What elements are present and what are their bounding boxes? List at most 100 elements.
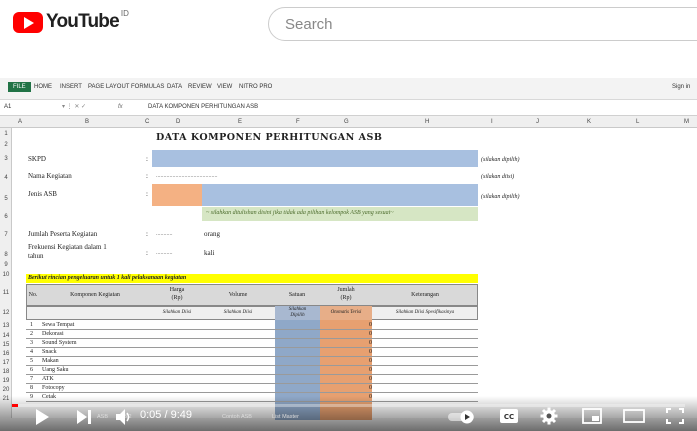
jenis-asb-input-cell[interactable]	[202, 184, 478, 206]
komponen-name-cell: Makan	[42, 358, 59, 364]
jumlah-cell: 0	[369, 322, 372, 328]
note-jenis-asb: (silakan dipilih)	[481, 194, 520, 200]
sheet-tab-list-master: List Master	[272, 414, 299, 420]
col-header-m: M	[684, 119, 689, 125]
col-header-h: H	[425, 119, 430, 125]
progress-bar[interactable]	[12, 404, 685, 407]
jumlah-cell: 0	[369, 358, 372, 364]
label-nama-kegiatan: Nama Kegiatan	[28, 172, 72, 180]
table-row[interactable]: 4 Snack 0	[26, 348, 478, 357]
sheet-title: DATA KOMPONEN PERHITUNGAN ASB	[156, 132, 383, 143]
colon: :	[146, 172, 148, 180]
ribbon-tab-insert: INSERT	[60, 84, 82, 90]
jumlah-cell: 0	[369, 376, 372, 382]
row-number-cell: 7	[30, 376, 33, 382]
miniplayer-icon[interactable]	[582, 408, 602, 424]
subheader-jumlah: Otomatis Terisi	[330, 310, 362, 315]
play-icon[interactable]	[34, 408, 50, 426]
table-intro-banner: Berikut rincian pengeluaran untuk 1 kali…	[26, 274, 478, 283]
row-header: 15	[2, 342, 10, 348]
table-row[interactable]: 6 Uang Saku 0	[26, 366, 478, 375]
row-header: 5	[4, 196, 8, 202]
unit-orang: orang	[204, 230, 220, 238]
col-header-e: E	[238, 119, 243, 125]
jumlah-cell: 0	[369, 340, 372, 346]
sign-in-link: Sign in	[672, 84, 691, 90]
subheader-harga: Silahkan Diisi	[162, 310, 192, 315]
table-row[interactable]: 8 Fotocopy 0	[26, 384, 478, 393]
komponen-name-cell: Fotocopy	[42, 385, 65, 391]
note-skpd: (silakan dipilih)	[481, 157, 520, 163]
ribbon-tab-data: DATA	[167, 84, 183, 90]
table-row[interactable]: 3 Sound System 0	[26, 339, 478, 348]
skpd-input-cell[interactable]	[152, 150, 478, 167]
subheader-satuan: Silahkan Dipilih	[288, 307, 307, 318]
jumlah-cell: 0	[369, 385, 372, 391]
next-icon[interactable]	[76, 409, 92, 425]
formula-bar: A1 ▾ ⋮ ✕ ✓ fx DATA KOMPONEN PERHITUNGAN …	[0, 100, 697, 116]
table-row[interactable]: 5 Makan 0	[26, 357, 478, 366]
autoplay-toggle-icon[interactable]	[447, 410, 475, 424]
jumlah-peserta-input[interactable]: ...........	[156, 231, 173, 237]
table-row[interactable]: 2 Dekorasi 0	[26, 330, 478, 339]
table-row[interactable]: 7 ATK 0	[26, 375, 478, 384]
row-header: 17	[2, 360, 10, 366]
komponen-name-cell: ATK	[42, 376, 54, 382]
subtitles-icon[interactable]: CC	[499, 408, 519, 424]
jenis-asb-dropdown-cell[interactable]	[152, 184, 202, 206]
col-header-d: D	[176, 119, 181, 125]
formula-content: DATA KOMPONEN PERHITUNGAN ASB	[148, 104, 259, 110]
table-row[interactable]: 1 Sewa Tempat 0	[26, 321, 478, 330]
function-icon: fx	[118, 104, 123, 110]
col-header-b: B	[85, 119, 90, 125]
row-number-cell: 1	[30, 322, 33, 328]
col-header-i: I	[491, 119, 493, 125]
fullscreen-icon[interactable]	[666, 408, 684, 424]
frekuensi-input[interactable]: ...........	[156, 250, 173, 256]
country-code: ID	[120, 9, 129, 18]
label-jumlah-peserta: Jumlah Peserta Kegiatan	[28, 230, 98, 238]
col-header-g: G	[344, 119, 349, 125]
ribbon-tab-file: FILE	[8, 82, 31, 92]
volume-icon[interactable]	[115, 408, 133, 426]
row-header: 11	[2, 290, 10, 296]
row-header: 9	[4, 262, 8, 268]
komponen-name-cell: Snack	[42, 349, 57, 355]
ribbon-tab-page-layout: PAGE LAYOUT	[88, 84, 130, 90]
subheader-keterangan: Silahkan Diisi Spesifikasinya	[395, 310, 455, 315]
row-header: 1	[4, 131, 8, 137]
header-harga: Harga (Rp)	[169, 287, 185, 301]
header-komponen: Komponen Kegiatan	[70, 292, 120, 298]
settings-icon[interactable]	[540, 407, 558, 425]
youtube-logo[interactable]: YouTube ID	[13, 9, 129, 33]
row-header: 18	[2, 369, 10, 375]
label-frekuensi-line2: tahun	[28, 252, 44, 260]
row-header: 13	[2, 323, 10, 329]
search-input[interactable]: Search	[268, 7, 697, 41]
row-headers: 1 2 3 4 5 6 7 8 9 10 11 12 13 14 15 16 1…	[0, 128, 12, 418]
row-header: 8	[4, 252, 8, 258]
row-number-cell: 2	[30, 331, 33, 337]
label-skpd: SKPD	[28, 155, 46, 163]
header-volume: Volume	[228, 292, 248, 298]
col-header-j: J	[536, 119, 539, 125]
spreadsheet-grid[interactable]: 1 2 3 4 5 6 7 8 9 10 11 12 13 14 15 16 1…	[0, 128, 697, 420]
ribbon-tab-formulas: FORMULAS	[131, 84, 165, 90]
video-player[interactable]: FILE HOME INSERT PAGE LAYOUT FORMULAS DA…	[0, 78, 697, 431]
colon: :	[146, 249, 148, 257]
row-header: 14	[2, 333, 10, 339]
row-header: 12	[2, 310, 10, 316]
row-number-cell: 3	[30, 340, 33, 346]
ribbon-tab-review: REVIEW	[188, 84, 212, 90]
komponen-name-cell: Sewa Tempat	[42, 322, 75, 328]
theater-icon[interactable]	[623, 409, 645, 423]
sheet-tab-contoh-asb: Contoh ASB	[222, 414, 252, 420]
svg-text:CC: CC	[504, 413, 514, 421]
row-number-cell: 5	[30, 358, 33, 364]
header-keterangan: Keterangan	[411, 292, 439, 298]
column-headers: A B C D E F G H I J K L M	[0, 118, 697, 128]
row-number-cell: 8	[30, 385, 33, 391]
header-jumlah: Jumlah (Rp)	[337, 287, 355, 301]
subheader-volume: Silahkan Diisi	[223, 310, 253, 315]
nama-kegiatan-input[interactable]: ........................................…	[156, 173, 218, 179]
